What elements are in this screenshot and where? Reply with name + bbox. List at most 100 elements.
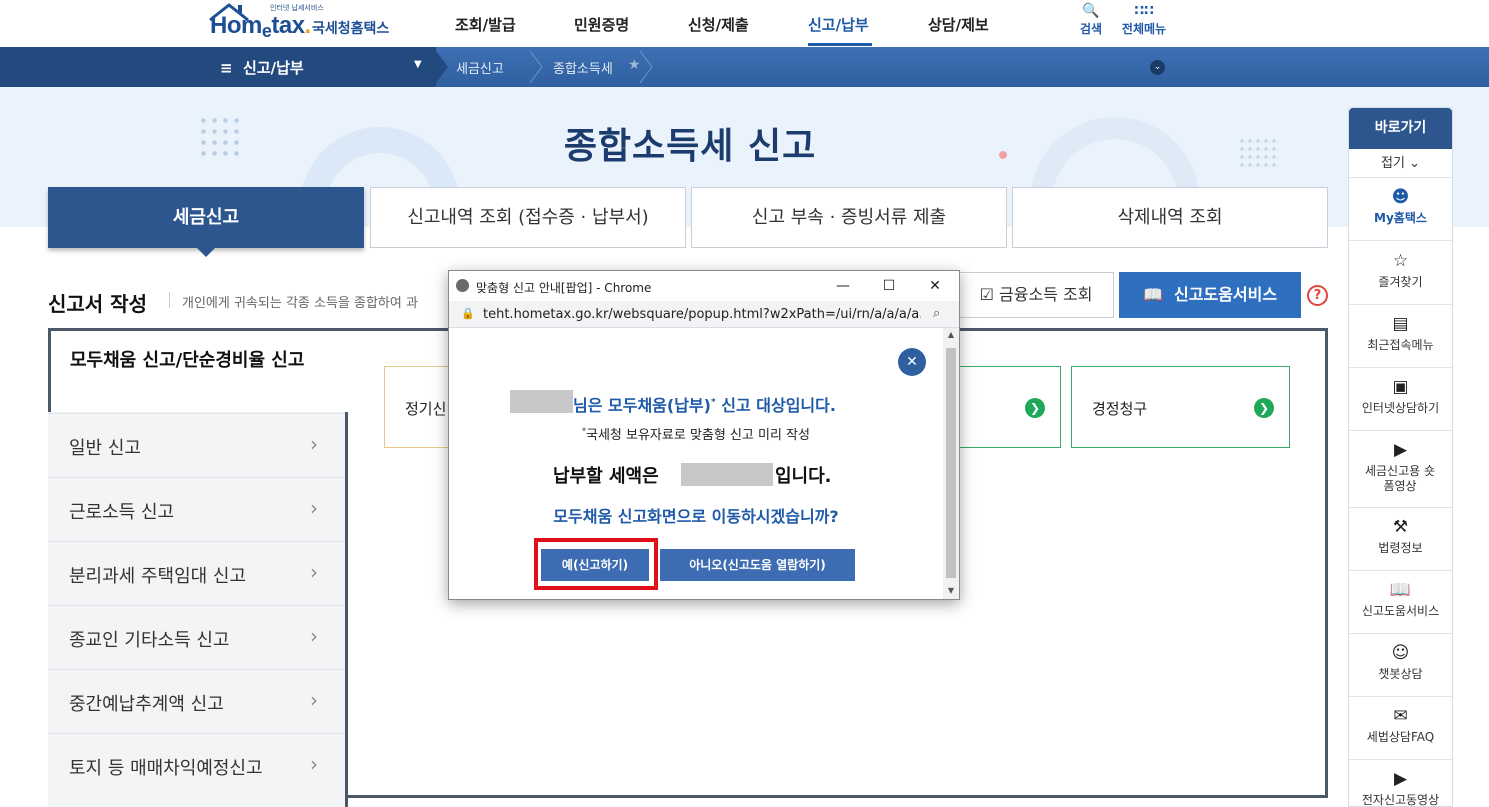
breadcrumb-income-tax[interactable]: 종합소득세 xyxy=(553,58,613,77)
help-question-icon[interactable]: ? xyxy=(1307,285,1328,306)
chatbot-icon: ☺ xyxy=(1391,643,1410,663)
quick-item-online-consult[interactable]: ▣ 인터넷상담하기 xyxy=(1349,368,1452,431)
user-icon: ☻ xyxy=(1391,187,1410,207)
breadcrumb-separator-icon xyxy=(640,51,653,83)
all-menu-button[interactable]: ∷∷ 전체메뉴 xyxy=(1118,2,1170,37)
quick-menu-fold-button[interactable]: 접기 ⌄ xyxy=(1349,149,1452,178)
sidebar-item-religious[interactable]: 종교인 기타소득 신고 › xyxy=(48,605,345,669)
popup-tax-amount-label: 납부할 세액은 xyxy=(553,466,659,487)
globe-icon xyxy=(456,279,469,292)
report-help-service-button[interactable]: 📖 신고도움서비스 xyxy=(1119,272,1301,318)
redacted-amount xyxy=(681,463,773,486)
expand-chevron-icon[interactable]: ⌄ xyxy=(1150,60,1165,75)
scroll-down-arrow-icon[interactable]: ▼ xyxy=(943,586,959,595)
popup-window-title: 맞춤형 신고 안내[팝업] - Chrome xyxy=(476,281,652,295)
divider xyxy=(169,292,170,308)
tab-deleted-history[interactable]: 삭제내역 조회 xyxy=(1012,187,1328,248)
sidebar-item-prefilled[interactable]: 모두채움 신고/단순경비율 신고 xyxy=(48,328,348,412)
popup-question: 모두채움 신고화면으로 이동하시겠습니까? xyxy=(553,507,839,526)
video-icon: ▶ xyxy=(1393,769,1408,789)
arrow-right-icon: ❯ xyxy=(1025,398,1045,418)
sidebar-item-label: 종교인 기타소득 신고 xyxy=(69,630,230,651)
gnb-item-inquiry[interactable]: 조회/발급 xyxy=(455,14,516,35)
popup-tax-amount-tail: 입니다. xyxy=(775,466,832,487)
popup-close-button[interactable]: ✕ xyxy=(898,348,926,376)
breadcrumb-tax-report[interactable]: 세금신고 xyxy=(456,58,504,77)
recent-icon: ▤ xyxy=(1392,314,1409,334)
quick-item-chatbot[interactable]: ☺ 챗봇상담 xyxy=(1349,634,1452,697)
sidebar-item-general[interactable]: 일반 신고 › xyxy=(48,413,345,477)
close-window-icon[interactable]: ✕ xyxy=(920,275,950,297)
book-icon: 📖 xyxy=(1389,580,1412,600)
card-correction-claim[interactable]: 경정청구 ❯ xyxy=(1071,366,1290,448)
active-tab-pointer xyxy=(196,247,216,257)
chevron-right-icon: › xyxy=(310,624,318,648)
sidebar-item-label: 중간예납추계액 신고 xyxy=(69,694,224,715)
book-icon: 📖 xyxy=(1142,285,1163,304)
tab-attachment-submit[interactable]: 신고 부속 · 증빙서류 제출 xyxy=(691,187,1007,248)
popup-note: *국세청 보유자료로 맞춤형 신고 미리 작성 xyxy=(582,426,810,443)
scrollbar-thumb[interactable] xyxy=(946,348,956,578)
caret-down-icon: ▼ xyxy=(414,59,422,70)
sidebar-item-label: 모두채움 신고/단순경비율 신고 xyxy=(70,350,305,371)
sidebar-item-land-sale[interactable]: 토지 등 매매차익예정신고 › xyxy=(48,733,345,797)
gnb-item-consult[interactable]: 상담/제보 xyxy=(928,14,989,35)
minimize-icon[interactable]: — xyxy=(828,275,858,297)
tab-tax-report[interactable]: 세금신고 xyxy=(48,187,364,248)
chevron-right-icon: › xyxy=(310,560,318,584)
popup-target-message: 님은 모두채움(납부)* 신고 대상입니다. xyxy=(573,396,836,415)
quick-item-help-service[interactable]: 📖 신고도움서비스 xyxy=(1349,571,1452,634)
gnb-item-certificate[interactable]: 민원증명 xyxy=(574,14,629,35)
quick-menu: 바로가기 접기 ⌄ ☻ My홈택스 ☆ 즐겨찾기 ▤ 최근접속메뉴 ▣ 인터넷상… xyxy=(1348,107,1453,807)
sidebar-item-earned-income[interactable]: 근로소득 신고 › xyxy=(48,477,345,541)
popup-titlebar[interactable]: 맞춤형 신고 안내[팝업] - Chrome — ☐ ✕ xyxy=(449,271,959,301)
quick-item-video[interactable]: ▶ 전자신고동영상 xyxy=(1349,760,1452,807)
popup-scrollbar[interactable]: ▲ ▼ xyxy=(943,328,959,599)
search-button[interactable]: 🔍 검색 xyxy=(1075,2,1107,37)
sidebar-item-interim[interactable]: 중간예납추계액 신고 › xyxy=(48,669,345,733)
logo-korean-name: 국세청홈택스 xyxy=(312,21,390,37)
chevron-down-icon: ⌄ xyxy=(1409,156,1420,171)
faq-icon: ✉ xyxy=(1393,706,1408,726)
star-icon: ☆ xyxy=(1392,251,1409,271)
section-description: 개인에게 귀속되는 각종 소득을 종합하여 과 xyxy=(182,296,418,311)
arrow-right-icon: ❯ xyxy=(1254,398,1274,418)
search-label: 검색 xyxy=(1079,22,1103,36)
sidebar-item-label: 분리과세 주택임대 신고 xyxy=(69,566,247,587)
sidebar-item-label: 근로소득 신고 xyxy=(69,502,175,523)
finance-income-button[interactable]: ☑ 금융소득 조회 xyxy=(958,272,1114,318)
scroll-up-arrow-icon[interactable]: ▲ xyxy=(943,330,959,339)
search-icon: 🔍 xyxy=(1082,3,1100,19)
popup-window: 맞춤형 신고 안내[팝업] - Chrome — ☐ ✕ 🔒 teht.home… xyxy=(448,270,960,600)
chevron-right-icon: › xyxy=(310,496,318,520)
chevron-right-icon: › xyxy=(310,688,318,712)
sidebar-item-label: 토지 등 매매차익예정신고 xyxy=(69,758,263,779)
redacted-name xyxy=(510,390,573,413)
subnav-menu-dropdown[interactable]: ≡ 신고/납부 ▼ xyxy=(0,47,436,87)
gnb-item-application[interactable]: 신청/제출 xyxy=(688,14,749,35)
maximize-icon[interactable]: ☐ xyxy=(874,275,904,297)
yes-report-button[interactable]: 예(신고하기) xyxy=(541,549,649,581)
card-label: 경정청구 xyxy=(1092,400,1148,418)
grid-menu-icon: ∷∷ xyxy=(1134,3,1154,19)
sidebar-list: 일반 신고 › 근로소득 신고 › 분리과세 주택임대 신고 › 종교인 기타소… xyxy=(48,412,348,807)
popup-address-bar[interactable]: 🔒 teht.hometax.go.kr/websquare/popup.htm… xyxy=(449,301,959,328)
tab-report-history[interactable]: 신고내역 조회 (접수증 · 납부서) xyxy=(370,187,686,248)
quick-item-law-info[interactable]: ⚒ 법령정보 xyxy=(1349,508,1452,571)
quick-item-faq[interactable]: ✉ 세법상담FAQ xyxy=(1349,697,1452,760)
page-title: 종합소득세 신고 xyxy=(563,126,817,167)
favorite-star-icon[interactable]: ★ xyxy=(628,57,641,73)
sidebar-item-label: 일반 신고 xyxy=(69,438,141,459)
breadcrumb-separator-icon xyxy=(436,51,448,83)
all-menu-label: 전체메뉴 xyxy=(1121,22,1167,36)
gnb-active-underline xyxy=(808,43,872,46)
quick-item-recent[interactable]: ▤ 최근접속메뉴 xyxy=(1349,305,1452,368)
sidebar-item-housing-rental[interactable]: 분리과세 주택임대 신고 › xyxy=(48,541,345,605)
quick-item-favorites[interactable]: ☆ 즐겨찾기 xyxy=(1349,242,1452,305)
gnb-item-report-payment[interactable]: 신고/납부 xyxy=(808,14,869,35)
zoom-icon[interactable]: ⌕ xyxy=(933,306,940,321)
logo-brand: Hometax. xyxy=(210,12,311,41)
quick-item-my-hometax[interactable]: ☻ My홈택스 xyxy=(1349,178,1452,241)
no-view-help-button[interactable]: 아니오(신고도움 열람하기) xyxy=(660,549,855,581)
quick-item-shortform[interactable]: ▶ 세금신고용 숏폼영상 xyxy=(1349,431,1452,508)
